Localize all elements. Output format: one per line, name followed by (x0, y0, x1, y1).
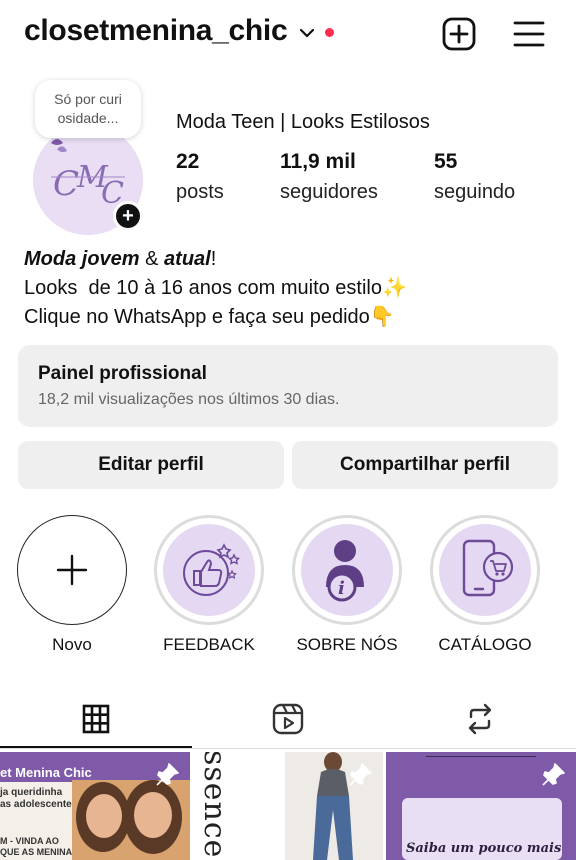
post1-photo (72, 780, 190, 860)
svg-text:C: C (53, 164, 79, 204)
menu-button[interactable] (511, 16, 547, 52)
username-switcher[interactable]: closetmenina_chic (24, 14, 288, 48)
stat-followers[interactable]: 11,9 mil seguidores (280, 150, 378, 204)
bio-bold-2: atual (164, 248, 211, 270)
stat-posts-value: 22 (176, 150, 200, 173)
highlight-new-circle[interactable] (17, 515, 127, 625)
stat-followers-label: seguidores (280, 181, 378, 203)
stat-posts[interactable]: 22 posts (176, 150, 224, 204)
highlight-inner: i (301, 524, 393, 616)
highlight-feedback[interactable]: FEEDBACK (153, 515, 265, 655)
post1-text-a: ja queridinha (0, 787, 63, 798)
note-text-line1: Só por curi (54, 91, 122, 108)
post2-word: ssence (197, 752, 232, 859)
posts-grid: et Menina Chic ja queridinha as adolesce… (0, 752, 576, 860)
bio-line-3: Clique no WhatsApp e faça seu pedido👇 (24, 306, 395, 328)
display-name: Moda Teen | Looks Estilosos (176, 111, 430, 133)
repost-icon (468, 703, 492, 735)
highlight-inner (439, 524, 531, 616)
thumbs-up-icon (183, 543, 240, 596)
tab-posts-grid[interactable] (0, 690, 192, 748)
stat-following-value: 55 (434, 150, 458, 173)
share-profile-button[interactable]: Compartilhar perfil (292, 441, 558, 489)
svg-text:i: i (338, 578, 345, 599)
highlight-new[interactable]: Novo (16, 515, 128, 655)
note-bubble[interactable]: Só por curi osidade... (35, 80, 141, 138)
highlight-inner (163, 524, 255, 616)
highlight-catalog-label: CATÁLOGO (438, 635, 532, 654)
add-story-icon[interactable]: + (113, 201, 143, 231)
chevron-down-icon[interactable] (298, 24, 316, 42)
phone-cart-icon (462, 539, 514, 597)
bio-bold-1: Moda jovem (24, 248, 140, 270)
pin-icon (542, 763, 565, 786)
grid-icon (82, 704, 110, 734)
notification-dot (325, 28, 334, 37)
post1-face-1 (86, 794, 122, 838)
tab-reposts[interactable] (384, 690, 576, 748)
profile-header: closetmenina_chic (0, 0, 576, 70)
tabs-divider (0, 748, 576, 749)
post1-text-d: QUE AS MENINAS (0, 847, 79, 857)
note-text-line2: osidade... (57, 110, 119, 126)
edit-profile-button[interactable]: Editar perfil (18, 441, 284, 489)
post3-decor-line (426, 756, 536, 757)
post1-text-b: as adolescentes! (0, 799, 81, 810)
post-thumbnail-1[interactable]: et Menina Chic ja queridinha as adolesce… (0, 752, 190, 860)
highlight-feedback-label: FEEDBACK (163, 635, 255, 654)
reels-icon (272, 703, 304, 735)
bio-end: ! (210, 248, 217, 270)
highlight-ring[interactable] (430, 515, 540, 625)
highlight-about-label: SOBRE NÓS (296, 635, 398, 654)
tab-reels[interactable] (192, 690, 384, 748)
bio: Moda jovem & atual! Looks de 10 à 16 ano… (24, 245, 407, 332)
pin-icon (349, 763, 372, 786)
post1-text-top: ja queridinha as adolescentes! (0, 787, 81, 811)
bio-line-1: Moda jovem & atual! (24, 245, 407, 274)
dashboard-subtitle: 18,2 mil visualizações nos últimos 30 di… (38, 391, 340, 408)
profile-avatar-wrap[interactable]: C M C + (33, 125, 143, 235)
highlight-about[interactable]: i SOBRE NÓS (291, 515, 403, 655)
plus-icon (56, 554, 88, 586)
post1-text-bottom: M - VINDA AO QUE AS MENINAS (0, 836, 78, 858)
user-info-icon: i (326, 540, 364, 602)
post-thumbnail-3[interactable]: Saiba um pouco mais (386, 752, 576, 860)
stat-following[interactable]: 55 seguindo (434, 150, 515, 204)
post1-face-2 (134, 792, 172, 838)
dashboard-title: Painel profissional (38, 363, 207, 384)
highlight-new-label: Novo (52, 635, 92, 654)
hamburger-menu-icon (513, 21, 545, 47)
stat-followers-value: 11,9 mil (280, 150, 356, 173)
highlight-ring[interactable]: i (292, 515, 402, 625)
post3-text: Saiba um pouco mais (406, 841, 562, 856)
stat-posts-label: posts (176, 181, 224, 203)
post-thumbnail-2[interactable]: ssence (193, 752, 383, 860)
profile-tabs (0, 690, 576, 750)
highlight-catalog[interactable]: CATÁLOGO (429, 515, 541, 655)
professional-dashboard[interactable]: Painel profissional 18,2 mil visualizaçõ… (18, 345, 558, 427)
post1-text-c: M - VINDA AO (0, 836, 59, 846)
plus-square-icon (442, 17, 476, 51)
stat-following-label: seguindo (434, 181, 516, 203)
pin-icon (156, 763, 179, 786)
bio-mid: & (139, 248, 165, 270)
create-button[interactable] (441, 16, 477, 52)
highlight-ring[interactable] (154, 515, 264, 625)
bio-line-2: Looks de 10 à 16 anos com muito estilo✨ (24, 277, 407, 299)
